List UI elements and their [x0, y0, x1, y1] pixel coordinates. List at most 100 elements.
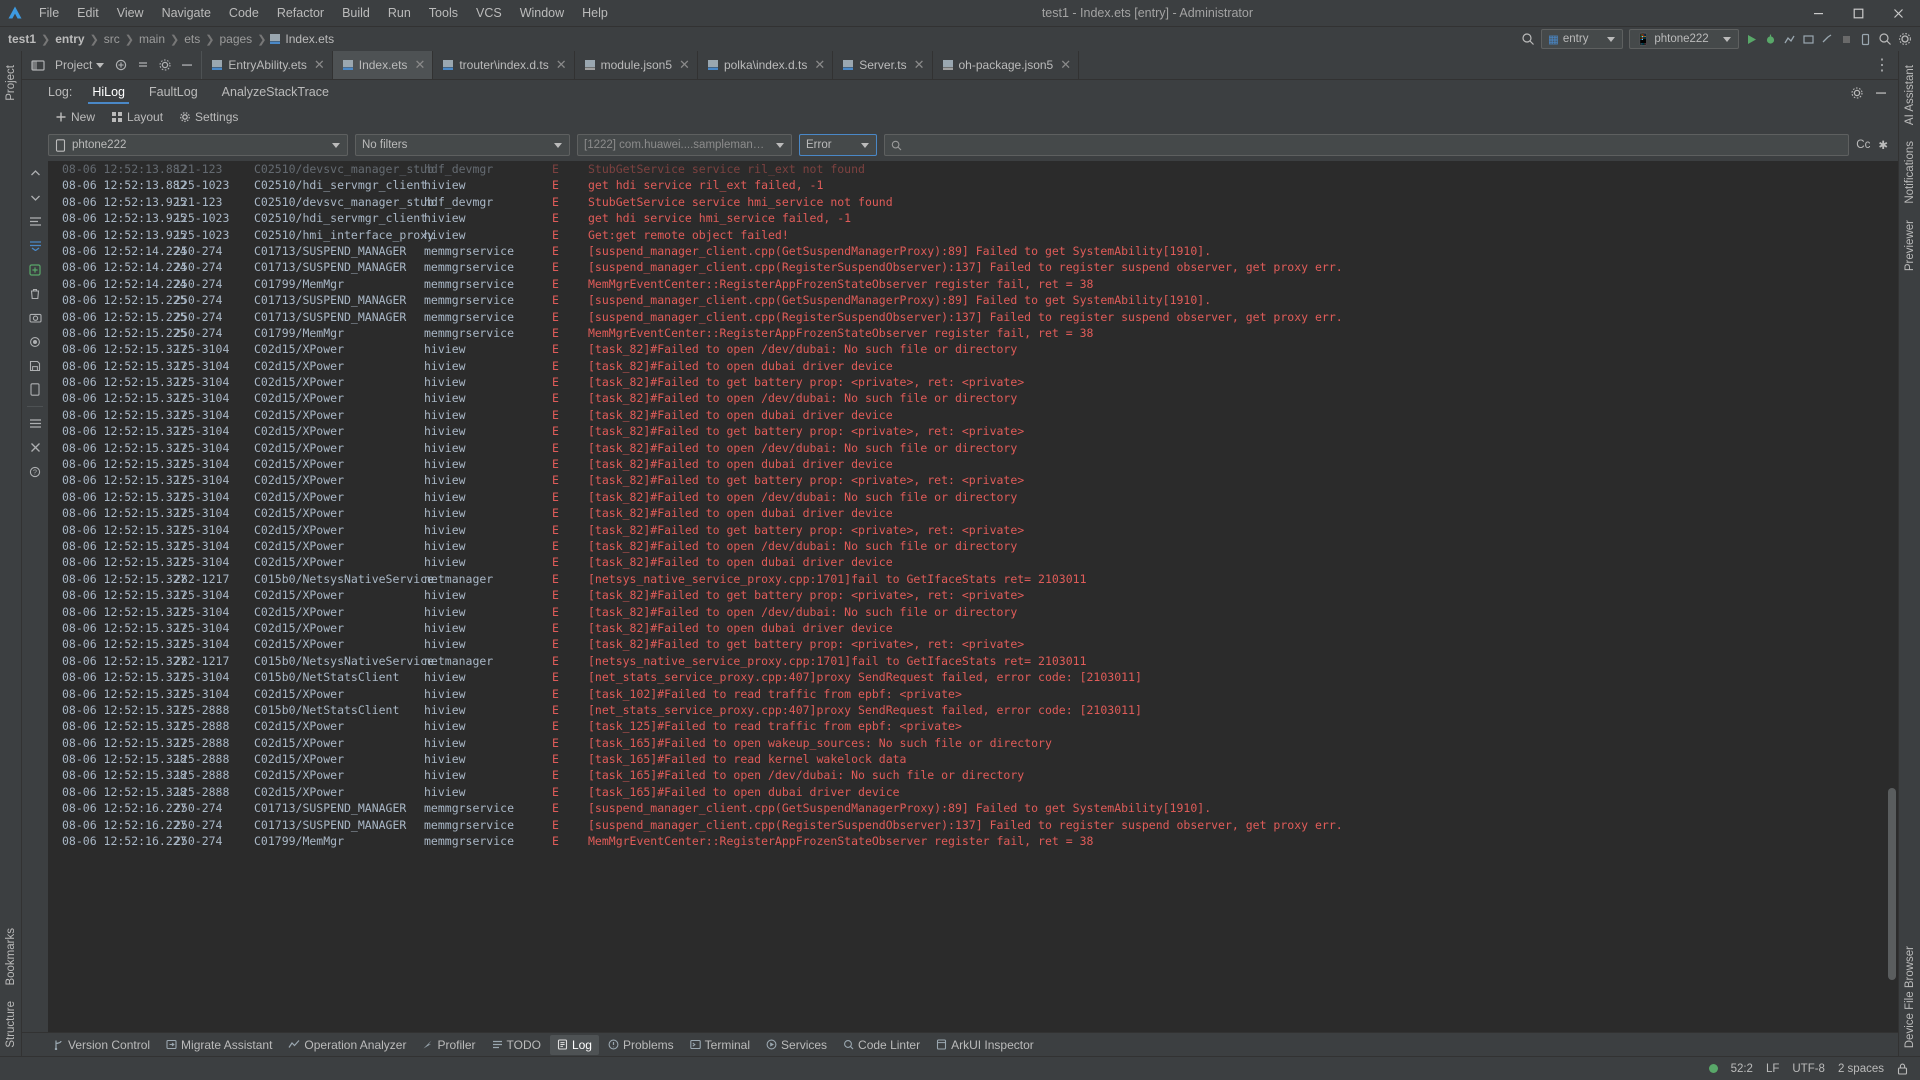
log-row[interactable]: 08-06 12:52:15.327 125-3104 C02d15/XPower h… — [48, 636, 1886, 652]
log-row[interactable]: 08-06 12:52:15.327 282-1217 C015b0/NetsysN… — [48, 653, 1886, 669]
add-filter-icon[interactable] — [25, 260, 45, 279]
select-opened-file-icon[interactable] — [111, 55, 131, 75]
settings-gear-icon[interactable] — [1898, 32, 1912, 46]
log-row[interactable]: 08-06 12:52:15.327 125-3104 C02d15/XPower h… — [48, 538, 1886, 554]
log-row[interactable]: 08-06 12:52:15.327 125-3104 C02d15/XPower h… — [48, 423, 1886, 439]
scroll-up-icon[interactable] — [25, 164, 45, 183]
log-hide-icon[interactable] — [1874, 86, 1888, 100]
menu-run[interactable]: Run — [379, 3, 420, 23]
caret-position[interactable]: 52:2 — [1731, 1063, 1753, 1075]
log-row[interactable]: 08-06 12:52:15.225 250-274 C01713/SUSPEND_… — [48, 309, 1886, 325]
bottom-tab-terminal[interactable]: Terminal — [683, 1035, 757, 1055]
log-row[interactable]: 08-06 12:52:16.227 250-274 C01713/SUSPEND_… — [48, 800, 1886, 816]
tab-close-icon[interactable]: ✕ — [314, 57, 325, 73]
log-row[interactable]: 08-06 12:52:15.327 125-2888 C02d15/XPower h… — [48, 735, 1886, 751]
bottom-tab-todo[interactable]: TODO — [485, 1035, 548, 1055]
log-row[interactable]: 08-06 12:52:13.925 121-123 C02510/devsvc_m… — [48, 194, 1886, 210]
device-manager-icon[interactable] — [1859, 33, 1872, 46]
log-settings-gear-icon[interactable] — [1850, 86, 1864, 100]
editor-tab-polka-index[interactable]: polka\index.d.ts ✕ — [698, 51, 834, 79]
tab-analyzestacktrace[interactable]: AnalyzeStackTrace — [210, 82, 341, 104]
profile-button[interactable] — [1783, 33, 1796, 46]
log-row[interactable]: 08-06 12:52:13.882 125-1023 C02510/hdi_ser… — [48, 177, 1886, 193]
indent-setting[interactable]: 2 spaces — [1838, 1063, 1884, 1075]
log-row[interactable]: 08-06 12:52:15.327 125-3104 C02d15/XPower h… — [48, 456, 1886, 472]
sidebar-item-ai-assistant[interactable]: AI Assistant — [1901, 57, 1919, 133]
log-filter-preset-selector[interactable]: No filters — [355, 134, 570, 156]
line-separator[interactable]: LF — [1766, 1063, 1779, 1075]
bottom-tab-profiler[interactable]: Profiler — [415, 1035, 482, 1055]
scroll-to-end-icon[interactable] — [25, 236, 45, 255]
tab-close-icon[interactable]: ✕ — [1060, 57, 1071, 73]
tab-close-icon[interactable]: ✕ — [556, 57, 567, 73]
sidebar-item-bookmarks[interactable]: Bookmarks — [2, 920, 20, 994]
breadcrumb-entry[interactable]: entry — [53, 32, 86, 46]
collapse-all-icon[interactable] — [133, 55, 153, 75]
breadcrumb-pages[interactable]: pages — [217, 32, 254, 46]
log-row[interactable]: 08-06 12:52:15.327 125-3104 C02d15/XPower h… — [48, 554, 1886, 570]
menu-build[interactable]: Build — [333, 3, 379, 23]
log-settings-button[interactable]: Settings — [172, 108, 245, 126]
log-row[interactable]: 08-06 12:52:14.224 250-274 C01713/SUSPEND_… — [48, 243, 1886, 259]
scroll-down-icon[interactable] — [25, 188, 45, 207]
breadcrumb-main[interactable]: main — [137, 32, 167, 46]
file-encoding[interactable]: UTF-8 — [1792, 1063, 1825, 1075]
log-row[interactable]: 08-06 12:52:15.225 250-274 C01799/MemMgr me… — [48, 325, 1886, 341]
log-row[interactable]: 08-06 12:52:15.328 125-2888 C02d15/XPower h… — [48, 767, 1886, 783]
sidebar-item-project[interactable]: Project — [2, 57, 20, 109]
log-vertical-scrollbar[interactable] — [1886, 161, 1898, 1032]
log-row[interactable]: 08-06 12:52:15.327 125-3104 C02d15/XPower h… — [48, 407, 1886, 423]
log-row[interactable]: 08-06 12:52:15.327 125-3104 C02d15/XPower h… — [48, 686, 1886, 702]
device-selector[interactable]: 📱 phtone222 — [1629, 29, 1739, 49]
breadcrumb-test1[interactable]: test1 — [6, 32, 38, 46]
lock-icon[interactable] — [1897, 1063, 1908, 1075]
log-rows-viewport[interactable]: 08-06 12:52:13.882 121-123 C02510/devsvc_m… — [48, 161, 1886, 1032]
sidebar-item-previewer[interactable]: Previewer — [1901, 212, 1919, 279]
log-row[interactable]: 08-06 12:52:16.227 250-274 C01713/SUSPEND_… — [48, 817, 1886, 833]
log-row[interactable]: 08-06 12:52:15.328 125-2888 C02d15/XPower h… — [48, 751, 1886, 767]
maximize-icon[interactable] — [1838, 0, 1878, 27]
log-row[interactable]: 08-06 12:52:15.327 125-3104 C02d15/XPower h… — [48, 604, 1886, 620]
log-row[interactable]: 08-06 12:52:15.327 125-2888 C02d15/XPower h… — [48, 718, 1886, 734]
log-row[interactable]: 08-06 12:52:15.327 125-3104 C015b0/NetStat… — [48, 669, 1886, 685]
log-search-input[interactable] — [884, 134, 1850, 156]
editor-tab-server-ts[interactable]: Server.ts ✕ — [833, 51, 933, 79]
log-row[interactable]: 08-06 12:52:15.327 125-3104 C02d15/XPower h… — [48, 341, 1886, 357]
tab-close-icon[interactable]: ✕ — [679, 57, 690, 73]
menu-view[interactable]: View — [108, 3, 153, 23]
log-row[interactable]: 08-06 12:52:13.882 121-123 C02510/devsvc_m… — [48, 161, 1886, 177]
log-row[interactable]: 08-06 12:52:15.327 125-2888 C015b0/NetStat… — [48, 702, 1886, 718]
menu-navigate[interactable]: Navigate — [153, 3, 220, 23]
log-row[interactable]: 08-06 12:52:15.327 125-3104 C02d15/XPower h… — [48, 505, 1886, 521]
wrap-text-icon[interactable] — [25, 212, 45, 231]
log-help-icon[interactable]: ? — [25, 462, 45, 481]
log-scrollbar-thumb[interactable] — [1888, 788, 1896, 980]
log-row[interactable]: 08-06 12:52:15.327 125-3104 C02d15/XPower h… — [48, 489, 1886, 505]
bottom-tab-code-linter[interactable]: Code Linter — [836, 1035, 927, 1055]
save-log-icon[interactable] — [25, 356, 45, 375]
run-button[interactable] — [1745, 33, 1758, 46]
log-row[interactable]: 08-06 12:52:15.225 250-274 C01713/SUSPEND_… — [48, 292, 1886, 308]
breadcrumb-src[interactable]: src — [102, 32, 122, 46]
log-row[interactable]: 08-06 12:52:15.327 125-3104 C02d15/XPower h… — [48, 374, 1886, 390]
log-row[interactable]: 08-06 12:52:13.925 125-1023 C02510/hdi_ser… — [48, 210, 1886, 226]
editor-tab-index[interactable]: Index.ets ✕ — [332, 51, 434, 79]
breadcrumb-ets[interactable]: ets — [182, 32, 202, 46]
tab-close-icon[interactable]: ✕ — [414, 57, 425, 73]
log-row[interactable]: 08-06 12:52:15.327 125-3104 C02d15/XPower h… — [48, 358, 1886, 374]
log-row[interactable]: 08-06 12:52:15.327 125-3104 C02d15/XPower h… — [48, 390, 1886, 406]
layout-button[interactable]: Layout — [104, 108, 170, 126]
editor-tab-trouter-index[interactable]: trouter\index.d.ts ✕ — [433, 51, 575, 79]
menu-tools[interactable]: Tools — [420, 3, 467, 23]
bottom-tab-arkui-inspector[interactable]: ArkUI Inspector — [929, 1035, 1041, 1055]
log-row[interactable]: 08-06 12:52:15.328 125-2888 C02d15/XPower h… — [48, 784, 1886, 800]
log-row[interactable]: 08-06 12:52:15.327 125-3104 C02d15/XPower h… — [48, 522, 1886, 538]
editor-tab-entryability[interactable]: EntryAbility.ets ✕ — [202, 51, 333, 79]
hide-panel-icon[interactable] — [177, 55, 197, 75]
bottom-tab-migrate-assistant[interactable]: Migrate Assistant — [159, 1035, 279, 1055]
more-tabs-icon[interactable]: ⋮ — [1872, 55, 1892, 75]
clear-log-icon[interactable] — [25, 284, 45, 303]
search-everywhere-icon[interactable] — [1521, 32, 1535, 46]
tab-faultlog[interactable]: FaultLog — [137, 82, 210, 104]
log-level-selector[interactable]: Error — [799, 134, 877, 156]
